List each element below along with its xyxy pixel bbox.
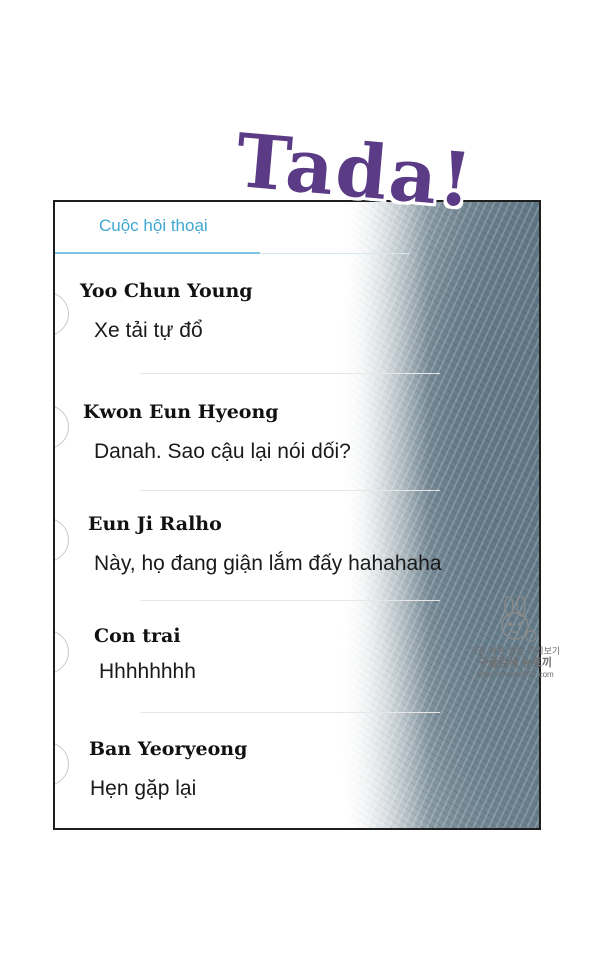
avatar[interactable] xyxy=(55,405,69,449)
sender-name: Eun Ji Ralho xyxy=(88,513,222,535)
watermark-line2: 구글검색 뉴토끼 xyxy=(478,657,552,669)
watermark: 가장 빠른 웹툰 미리보기 구글검색 뉴토끼 https://newtoki12… xyxy=(456,595,574,680)
avatar[interactable] xyxy=(55,292,69,336)
message-text: Hhhhhhhh xyxy=(99,660,196,683)
sender-name: Yoo Chun Young xyxy=(80,280,253,302)
message-text: Hẹn gặp lại xyxy=(90,777,197,800)
message-separator xyxy=(140,600,440,601)
watermark-url: https://newtoki12.com xyxy=(476,670,554,679)
avatar[interactable] xyxy=(55,742,69,786)
stone-texture-background xyxy=(339,202,539,828)
message-text: Xe tải tự đổ xyxy=(94,319,203,342)
message-separator xyxy=(140,373,440,374)
tab-conversation[interactable]: Cuộc hội thoại xyxy=(99,216,208,236)
message-text: Này, họ đang giận lắm đấy hahahaha xyxy=(94,552,442,575)
tab-divider xyxy=(260,253,410,254)
tab-active-underline xyxy=(55,252,260,254)
message-separator xyxy=(140,490,440,491)
sender-name: Con trai xyxy=(94,625,181,647)
message-text: Danah. Sao cậu lại nói dối? xyxy=(94,440,351,463)
sender-name: Ban Yeoryeong xyxy=(89,738,248,760)
sender-name: Kwon Eun Hyeong xyxy=(83,401,279,423)
message-separator xyxy=(140,712,440,713)
bunny-logo-icon xyxy=(491,595,539,646)
watermark-line1: 가장 빠른 웹툰 미리보기 xyxy=(469,646,561,656)
avatar[interactable] xyxy=(55,518,69,562)
chat-panel: Cuộc hội thoại Yoo Chun Young Xe tải tự … xyxy=(53,200,541,830)
avatar[interactable] xyxy=(55,630,69,674)
